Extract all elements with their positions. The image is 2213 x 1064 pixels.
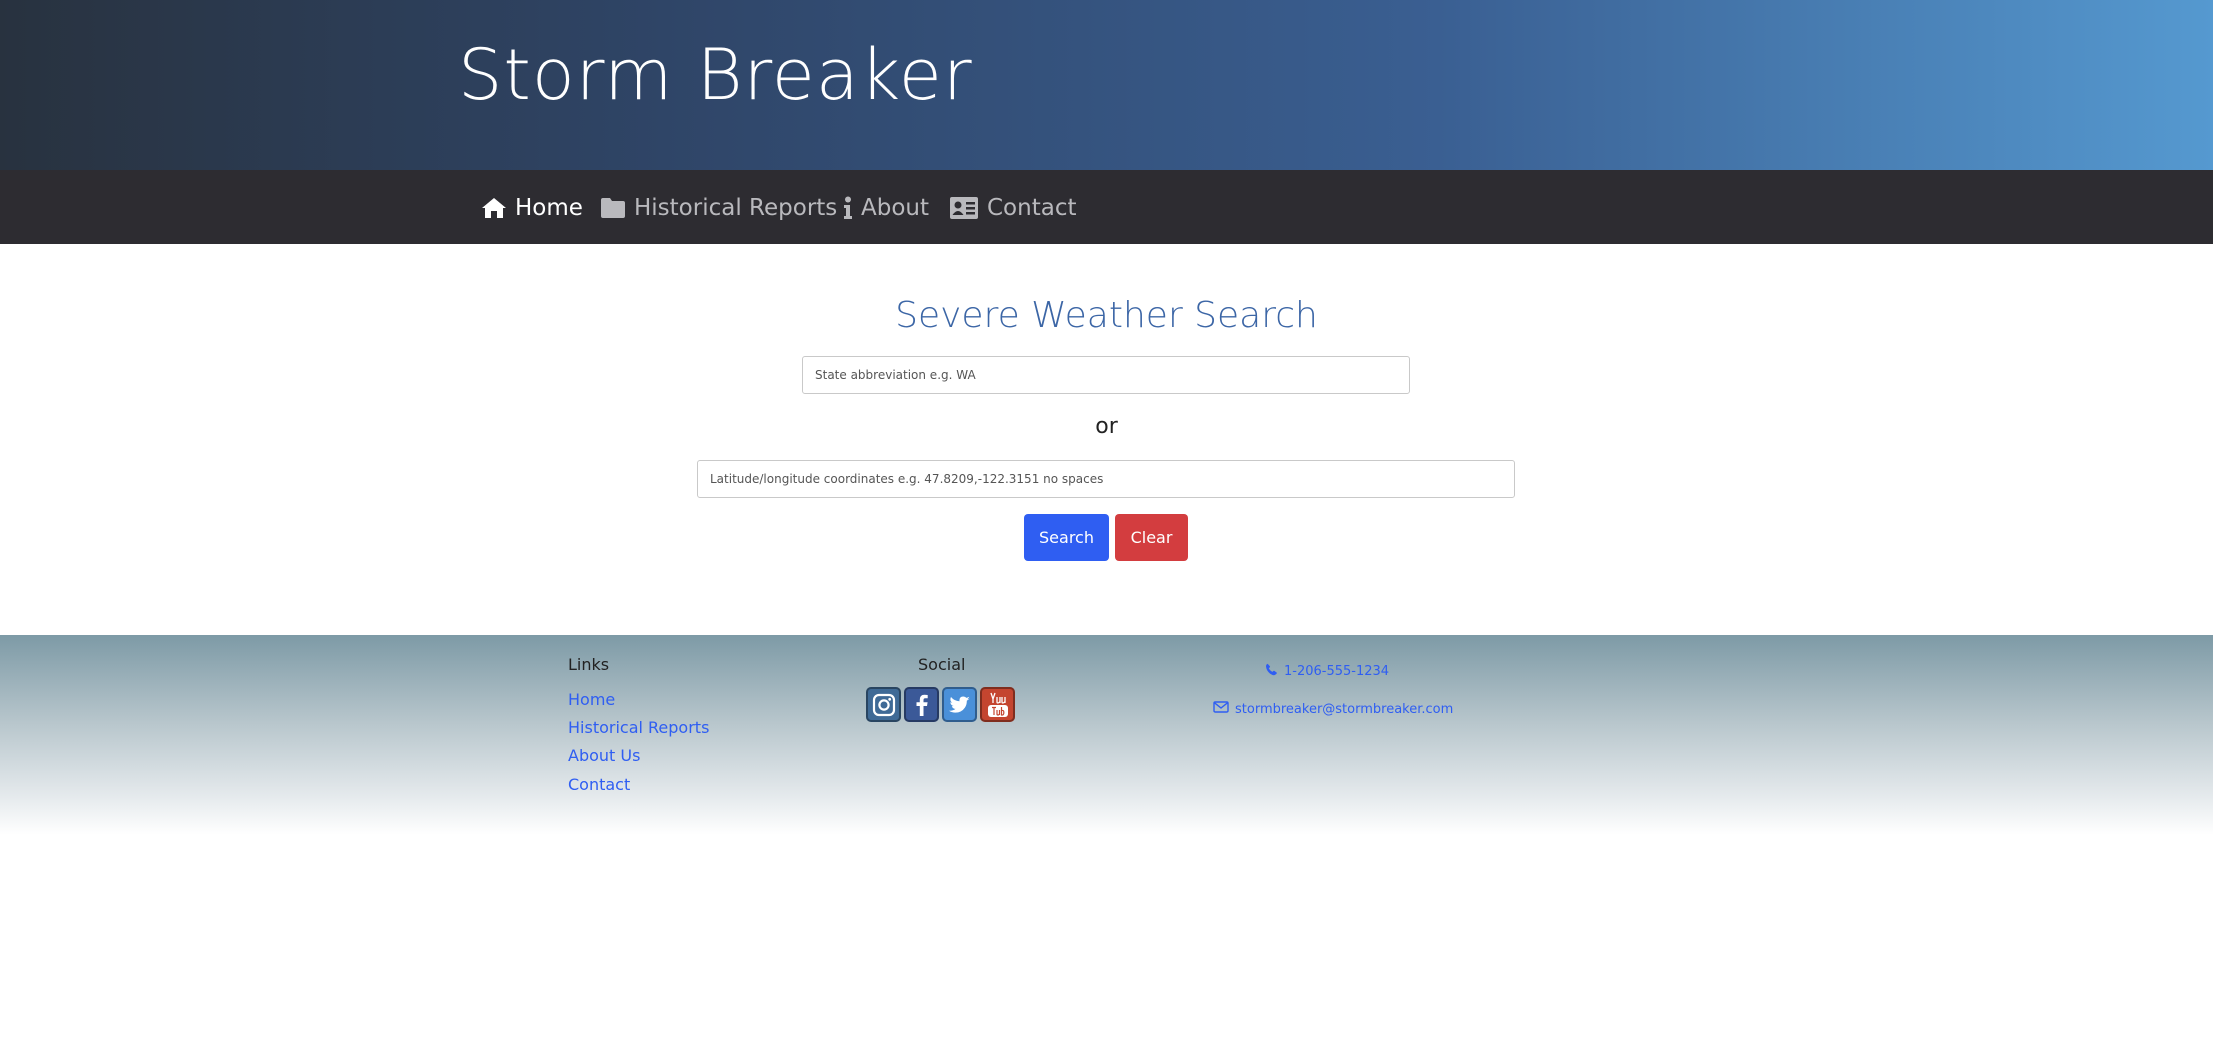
- instagram-icon[interactable]: [866, 687, 901, 722]
- youtube-icon[interactable]: [980, 687, 1015, 722]
- social-heading: Social: [918, 655, 966, 674]
- or-label: or: [1095, 414, 1118, 439]
- main-navbar: Home Historical Reports About Contact: [0, 170, 2213, 244]
- phone-link[interactable]: 1-206-555-1234: [1265, 663, 1389, 680]
- site-title: Storm Breaker: [458, 34, 973, 116]
- phone-number: 1-206-555-1234: [1284, 664, 1390, 679]
- envelope-icon: [1213, 701, 1229, 717]
- nav-item-contact[interactable]: Contact: [949, 188, 1076, 228]
- footer-link-home[interactable]: Home: [568, 690, 615, 709]
- contact-card-icon: [949, 196, 979, 220]
- footer-link-historical-reports[interactable]: Historical Reports: [568, 718, 709, 737]
- nav-label-historical-reports: Historical Reports: [634, 195, 838, 221]
- nav-label-home: Home: [515, 195, 583, 221]
- site-footer: [0, 635, 2213, 835]
- email-address: stormbreaker@stormbreaker.com: [1235, 701, 1454, 717]
- folder-icon: [600, 197, 626, 219]
- links-heading: Links: [568, 655, 610, 674]
- nav-item-historical-reports[interactable]: Historical Reports: [600, 188, 837, 228]
- home-icon: [481, 197, 507, 219]
- footer-link-contact[interactable]: Contact: [568, 775, 630, 794]
- facebook-icon[interactable]: [904, 687, 939, 722]
- page-title: Severe Weather Search: [895, 295, 1318, 336]
- footer-link-about-us[interactable]: About Us: [568, 746, 640, 765]
- twitter-icon[interactable]: [942, 687, 977, 722]
- nav-item-home[interactable]: Home: [481, 188, 583, 228]
- clear-button[interactable]: Clear: [1115, 514, 1188, 561]
- nav-label-about: About: [861, 195, 930, 221]
- site-header: Storm Breaker: [0, 0, 2213, 170]
- phone-icon: [1265, 663, 1278, 680]
- coordinates-input[interactable]: [697, 460, 1515, 498]
- nav-item-about[interactable]: About: [843, 188, 929, 228]
- info-icon: [843, 196, 853, 220]
- state-input[interactable]: [802, 356, 1410, 394]
- nav-label-contact: Contact: [987, 195, 1077, 221]
- search-button[interactable]: Search: [1024, 514, 1109, 561]
- email-link[interactable]: stormbreaker@stormbreaker.com: [1213, 701, 1453, 717]
